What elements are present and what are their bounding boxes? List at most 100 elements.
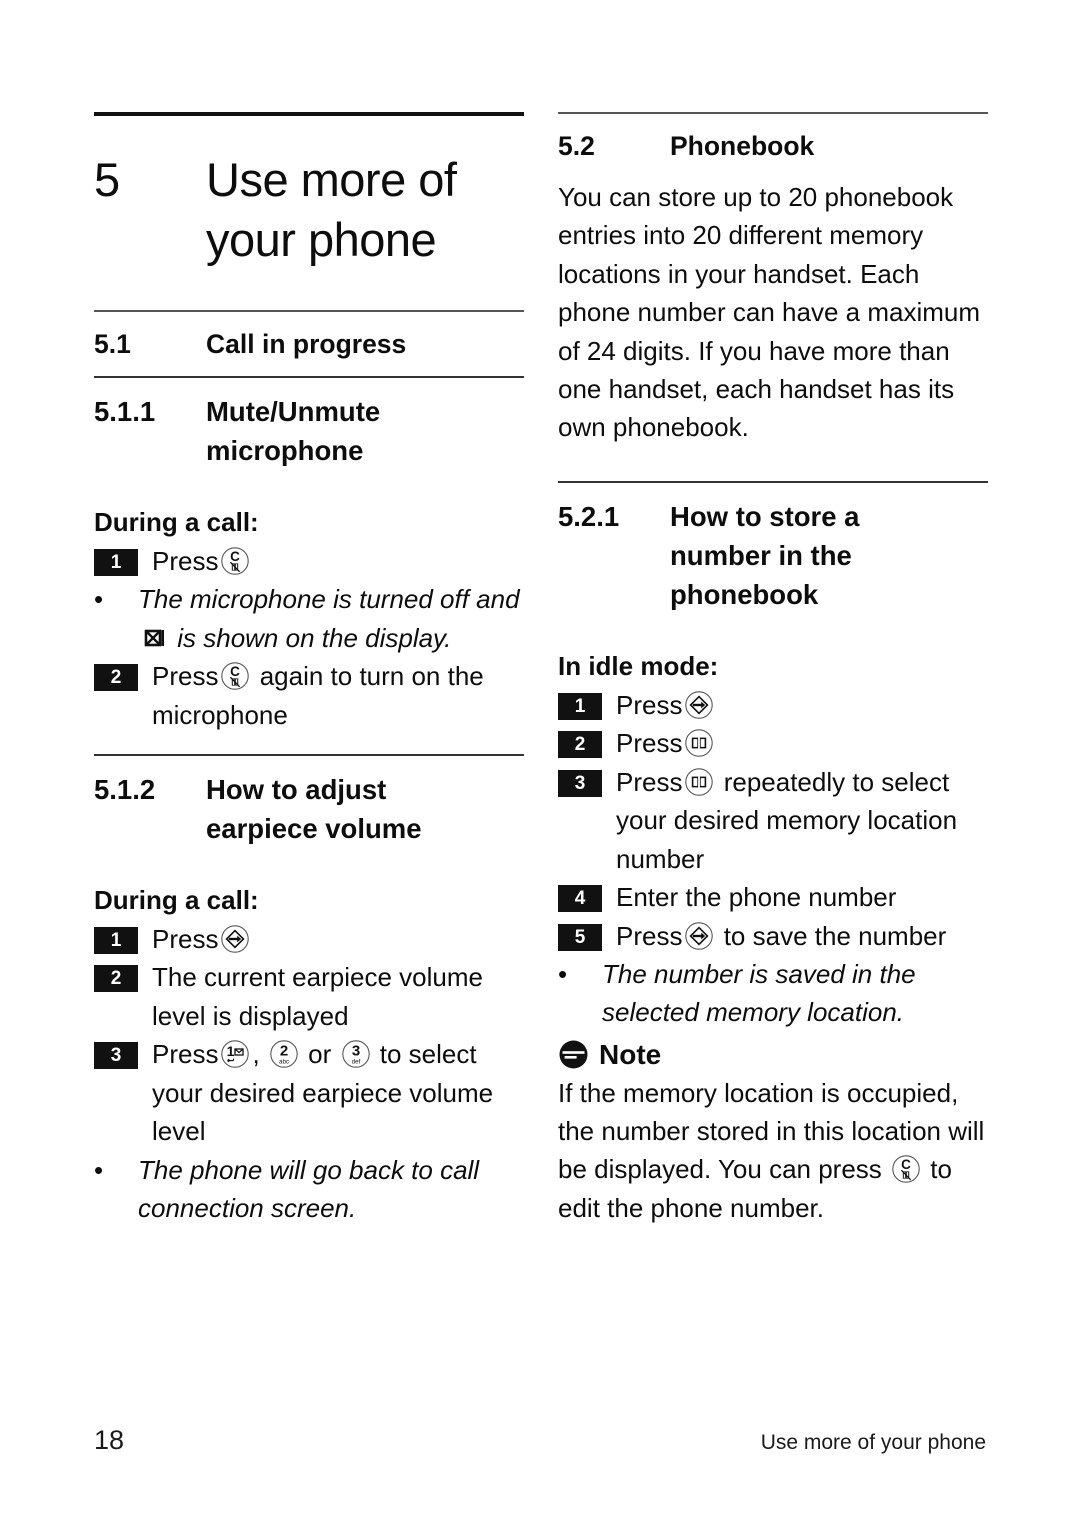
step-item: 4 Enter the phone number (558, 878, 988, 916)
step-text-before: Press (152, 923, 219, 954)
menu-ok-key-icon (684, 921, 714, 951)
phonebook-key-icon (684, 728, 714, 758)
heading-5-1-2-number: 5.1.2 (94, 774, 156, 806)
step-item: 3 Press repeatedly to select your desire… (558, 763, 988, 878)
step-text: The current earpiece volume level is dis… (152, 962, 483, 1031)
heading-5-1-1-line-1: Mute/Unmute (206, 395, 381, 427)
step-text-before: Press (616, 728, 683, 759)
note-label: Note (599, 1038, 662, 1070)
heading-5-1-1-number: 5.1.1 (94, 395, 156, 427)
step-badge: 4 (558, 885, 602, 913)
heading-5-1-1-title: Mute/Unmute microphone (206, 392, 524, 470)
key-2-icon: 2 abc (269, 1039, 299, 1069)
step-text-before: Press (152, 545, 219, 576)
chapter-top-rule (94, 112, 524, 116)
heading-5-2-1-line-3: phonebook (670, 579, 819, 610)
step-badge: 2 (94, 965, 138, 993)
step-badge: 3 (558, 769, 602, 797)
heading-5-1-title: Call in progress (206, 329, 407, 360)
mute-key-icon: C (220, 661, 250, 691)
bullet-text-before: The microphone is turned off and (138, 584, 520, 615)
step-item: 5 Press to save the number (558, 917, 988, 955)
bullet-item: • The microphone is turned off and is sh… (94, 580, 524, 657)
svg-text:abc: abc (279, 1059, 289, 1066)
bullet-text: The number is saved in the selected memo… (602, 959, 916, 1028)
chapter-title: Use more of your phone (206, 150, 457, 270)
bullet-dot: • (94, 584, 104, 615)
step-item: 1 Press (558, 686, 988, 724)
note-header: Note (558, 1038, 988, 1072)
step-text: Enter the phone number (616, 882, 897, 913)
note-body: If the memory location is occupied, the … (558, 1074, 988, 1228)
step-item: 2 Press (558, 724, 988, 762)
bullet-item: • The phone will go back to call connect… (94, 1151, 524, 1228)
step-text: Press (616, 724, 988, 762)
phonebook-key-icon (684, 767, 714, 797)
key-1-icon: 1 (220, 1039, 250, 1069)
heading-5-1-1: 5.1.1 Mute/Unmute microphone (94, 378, 524, 482)
heading-5-1-2-line-2: earpiece volume (206, 813, 422, 845)
svg-text:3: 3 (351, 1043, 359, 1060)
heading-5-1: 5.1 Call in progress (94, 312, 524, 376)
step-text: Press (616, 686, 988, 724)
bullet-text: The microphone is turned off and is show… (138, 580, 524, 657)
svg-text:C: C (231, 549, 241, 564)
step-text-before: Press (616, 689, 683, 720)
heading-5-2: 5.2 Phonebook (558, 114, 988, 178)
heading-5-1-number: 5.1 (94, 329, 131, 360)
heading-5-1-2-title: How to adjust earpiece volume (206, 770, 524, 848)
step-badge: 3 (94, 1042, 138, 1070)
menu-ok-key-icon (684, 690, 714, 720)
chapter-title-block: 5 Use more of your phone (94, 150, 524, 270)
step-badge: 2 (94, 664, 138, 692)
key-3-icon: 3 def (341, 1039, 371, 1069)
svg-text:def: def (351, 1059, 360, 1066)
mute-display-icon (141, 625, 167, 651)
left-column: 5 Use more of your phone 5.1 Call in pro… (94, 112, 524, 1228)
step-text-before: Press (152, 661, 219, 692)
heading-5-2-1-number: 5.2.1 (558, 500, 620, 532)
step-text: Press (152, 920, 524, 958)
heading-5-1-1-line-2: microphone (206, 434, 364, 466)
step-badge: 1 (94, 926, 138, 954)
step-text: Press to save the number (616, 917, 988, 955)
bullet-text-after: is shown on the display. (177, 622, 452, 653)
bullet-dot: • (94, 1154, 104, 1185)
heading-5-2-1-line-2: number in the (670, 539, 852, 571)
step-sep-2: or (308, 1039, 332, 1070)
bullet-text: The phone will go back to call connectio… (138, 1154, 480, 1224)
step-item: 2 Press C again to turn on the microphone (94, 657, 524, 734)
heading-5-2-number: 5.2 (558, 131, 595, 161)
mute-key-icon: C (891, 1154, 921, 1184)
manual-page: 5 Use more of your phone 5.1 Call in pro… (0, 0, 1080, 1527)
step-text-before: Press (152, 1039, 219, 1070)
subhead-during-a-call-volume: During a call: (94, 885, 259, 916)
bullet-dot: • (558, 959, 568, 990)
step-text: Press C again to turn on the microphone (152, 657, 524, 734)
svg-text:C: C (901, 1158, 911, 1173)
chapter-title-line-2: your phone (206, 213, 437, 267)
heading-5-2-1-title: How to store a number in the phonebook (670, 497, 988, 614)
footer-title: Use more of your phone (760, 1431, 986, 1454)
step-text-before: Press (616, 766, 683, 797)
step-text: Press repeatedly to select your desired … (616, 763, 988, 878)
step-item: 3 Press 1, 2 abc or 3 def to select your de… (94, 1035, 524, 1150)
subhead-during-a-call-mute: During a call: (94, 507, 259, 538)
section-5-2-body: You can store up to 20 phonebook entries… (558, 181, 981, 443)
page-number: 18 (94, 1425, 125, 1455)
right-column: 5.2 Phonebook You can store up to 20 pho… (558, 112, 988, 1227)
step-item: 1 Press C (94, 542, 524, 580)
heading-5-2-title: Phonebook (670, 131, 815, 161)
step-badge: 2 (558, 731, 602, 759)
page-footer: 18 Use more of your phone (94, 1425, 986, 1456)
svg-text:1: 1 (227, 1043, 235, 1059)
note-icon (558, 1039, 589, 1070)
step-badge: 1 (94, 548, 138, 576)
step-sep-1: , (252, 1039, 260, 1070)
step-item: 1 Press (94, 920, 524, 958)
step-text-after: to save the number (723, 920, 947, 951)
bullet-item: • The number is saved in the selected me… (558, 955, 988, 1032)
heading-5-2-1-line-1: How to store a (670, 500, 860, 532)
